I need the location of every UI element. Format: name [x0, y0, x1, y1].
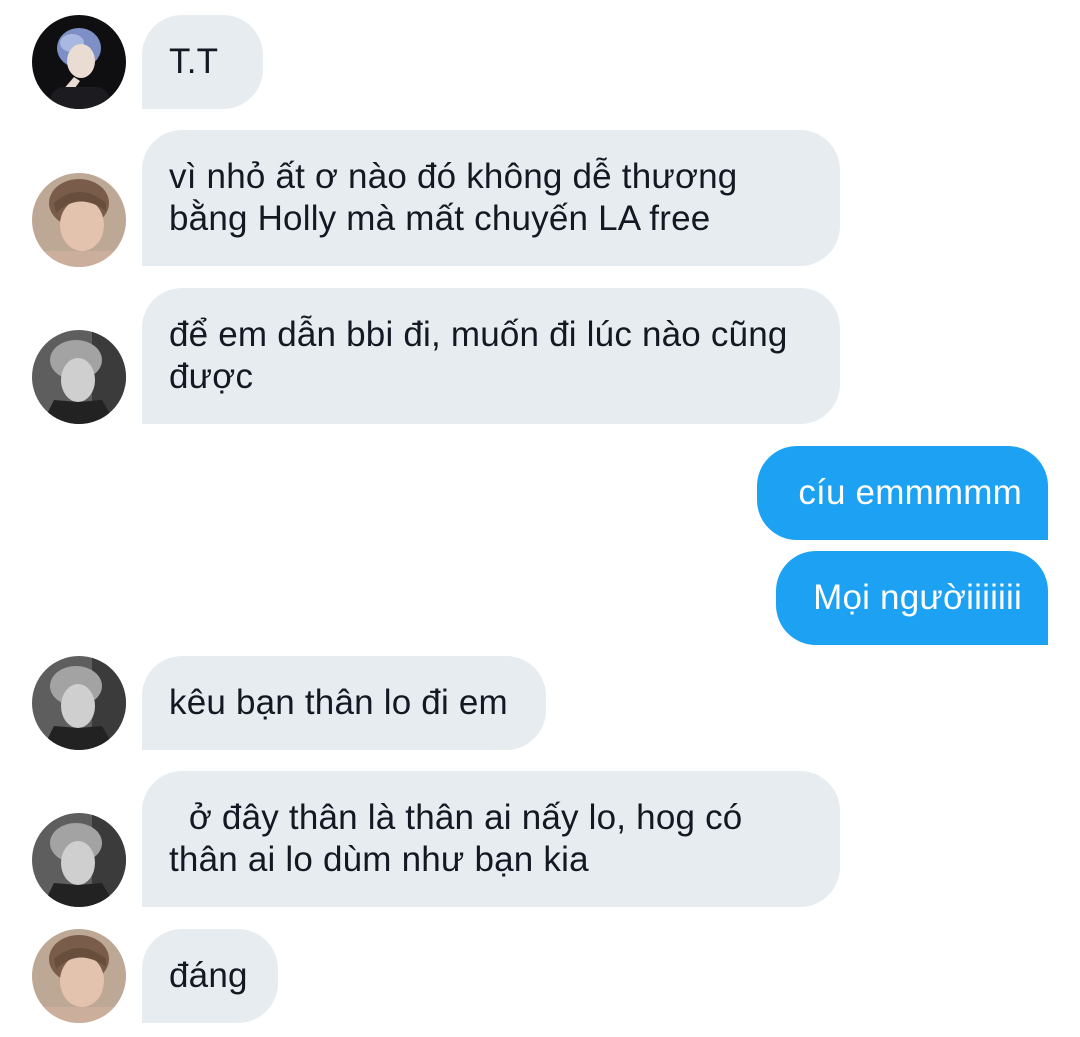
message-text: vì nhỏ ất ơ nào đó không dễ thương bằng … [169, 157, 738, 238]
avatar[interactable] [32, 656, 126, 750]
message-text: Mọi ngườiiiiiii [813, 578, 1022, 617]
avatar[interactable] [32, 173, 126, 267]
message-text: T.T [169, 42, 219, 81]
avatar[interactable] [32, 929, 126, 1023]
message-text: cíu emmmmm [798, 473, 1022, 512]
message-text: đáng [169, 956, 248, 995]
message-bubble[interactable]: kêu bạn thân lo đi em [142, 656, 546, 750]
message-text: kêu bạn thân lo đi em [169, 683, 508, 722]
message-bubble[interactable]: vì nhỏ ất ơ nào đó không dễ thương bằng … [142, 130, 840, 266]
message-bubble[interactable]: đáng [142, 929, 278, 1023]
message-text: ở đây thân là thân ai nấy lo, hog có thâ… [169, 798, 743, 879]
message-bubble[interactable]: Mọi ngườiiiiiii [776, 551, 1048, 645]
avatar[interactable] [32, 813, 126, 907]
avatar[interactable] [32, 330, 126, 424]
message-bubble[interactable]: T.T [142, 15, 263, 109]
message-bubble[interactable]: cíu emmmmm [757, 446, 1048, 540]
message-bubble[interactable]: để em dẫn bbi đi, muốn đi lúc nào cũng đ… [142, 288, 840, 424]
message-text: để em dẫn bbi đi, muốn đi lúc nào cũng đ… [169, 315, 788, 396]
message-bubble[interactable]: ở đây thân là thân ai nấy lo, hog có thâ… [142, 771, 840, 907]
avatar[interactable] [32, 15, 126, 109]
